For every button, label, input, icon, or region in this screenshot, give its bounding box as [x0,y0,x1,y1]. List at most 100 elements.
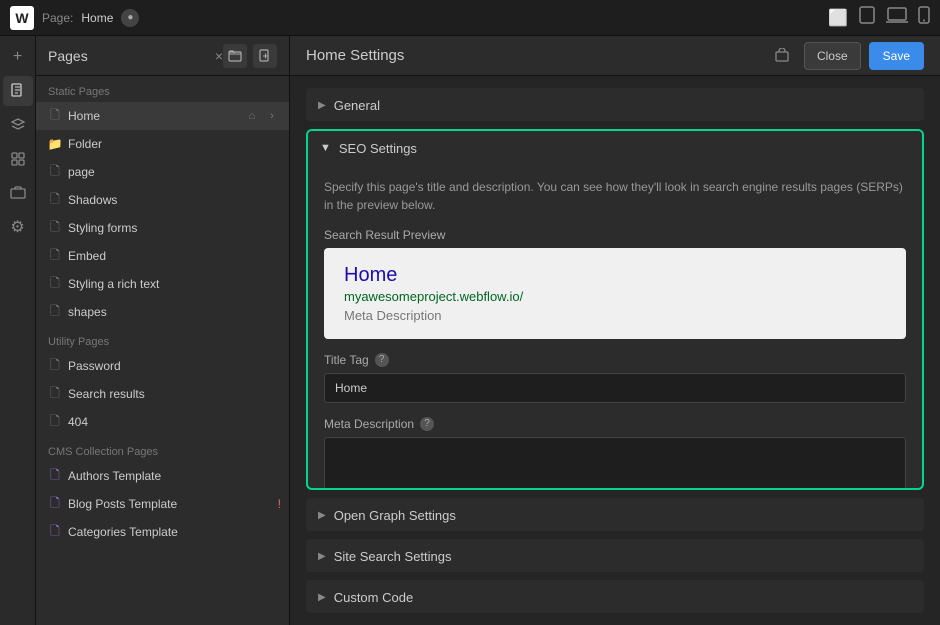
general-accordion-header[interactable]: ▶ General [306,88,924,121]
sidebar-item-shadows[interactable]: 🗋 Shadows [36,186,289,214]
sidebar-item-label: Home [68,109,237,123]
sidebar-content: Static Pages 🗋 Home ⌂ › 📁 Folder 🗋 page [36,76,289,625]
assets-panel-button[interactable] [3,178,33,208]
sidebar-item-blog-posts-template[interactable]: 🗋 Blog Posts Template ! [36,490,289,518]
search-result-preview-section: Search Result Preview Home myawesomeproj… [324,228,906,339]
sidebar-item-shapes[interactable]: 🗋 shapes [36,298,289,326]
folder-icon: 📁 [48,137,62,151]
sidebar-item-label: Folder [68,137,281,151]
title-tag-help[interactable]: ? [375,353,389,367]
sidebar-item-home[interactable]: 🗋 Home ⌂ › [36,102,289,130]
sidebar-item-label: Styling forms [68,221,281,235]
viewport-switcher: ⬜ [828,6,930,29]
sidebar-title: Pages [48,48,211,64]
meta-desc-help[interactable]: ? [420,417,434,431]
layers-panel-button[interactable] [3,110,33,140]
utility-pages-label: Utility Pages [36,326,289,352]
main-layout: + ⚙ Pages × [0,36,940,625]
sidebar-item-styling-forms[interactable]: 🗋 Styling forms [36,214,289,242]
sidebar-item-authors-template[interactable]: 🗋 Authors Template [36,462,289,490]
title-tag-label: Title Tag ? [324,353,906,367]
sidebar-item-label: Password [68,359,281,373]
title-tag-field: Title Tag ? [324,353,906,403]
close-button[interactable]: Close [804,42,861,70]
laptop-view-icon[interactable] [886,6,908,29]
sidebar-item-label: shapes [68,305,281,319]
sidebar-item-categories-template[interactable]: 🗋 Categories Template [36,518,289,546]
add-page-button[interactable] [253,44,277,68]
page-doc-icon: 🗋 [48,249,62,263]
warning-icon: ! [278,497,281,511]
page-label: Page: [42,11,73,25]
item-actions: ⌂ › [243,107,281,125]
sidebar-item-label: Blog Posts Template [68,497,270,511]
sidebar-item-password[interactable]: 🗋 Password [36,352,289,380]
sidebar-item-label: Search results [68,387,281,401]
custom-code-accordion: ▶ Custom Code [306,580,924,613]
content-header: Home Settings Close Save [290,36,940,76]
meta-description-label: Meta Description ? [324,417,906,431]
home-icon: ⌂ [243,107,261,125]
page-doc-icon: 🗋 [48,109,62,123]
page-doc-icon: 🗋 [48,165,62,179]
custom-code-accordion-title: Custom Code [334,590,413,605]
add-panel-button[interactable]: + [3,42,33,72]
content-title: Home Settings [306,47,760,64]
page-doc-icon: 🗋 [48,305,62,319]
open-graph-accordion: ▶ Open Graph Settings [306,498,924,531]
chevron-right-icon: ▶ [318,592,326,603]
chevron-right-icon: ▶ [318,551,326,562]
preview-label: Search Result Preview [324,228,906,242]
sidebar-close-icon[interactable]: × [215,48,223,64]
save-button[interactable]: Save [869,42,924,70]
pages-panel-button[interactable] [3,76,33,106]
page-doc-icon: 🗋 [48,415,62,429]
icon-bar: + ⚙ [0,36,36,625]
content-body: ▶ General ▼ SEO Settings Specify this pa… [290,76,940,625]
cms-pages-label: CMS Collection Pages [36,436,289,462]
page-status-indicator: ● [121,9,139,27]
desktop-view-icon[interactable]: ⬜ [828,8,848,28]
meta-description-textarea[interactable] [324,437,906,490]
sidebar-item-search-results[interactable]: 🗋 Search results [36,380,289,408]
tablet-view-icon[interactable] [858,6,876,29]
chevron-down-icon: ▼ [320,142,331,154]
sidebar-item-404[interactable]: 🗋 404 [36,408,289,436]
sidebar-item-styling-rich-text[interactable]: 🗋 Styling a rich text [36,270,289,298]
preview-title: Home [344,264,886,287]
sidebar-item-label: Styling a rich text [68,277,281,291]
open-graph-accordion-title: Open Graph Settings [334,508,456,523]
preview-url: myawesomeproject.webflow.io/ [344,289,886,304]
search-result-preview: Home myawesomeproject.webflow.io/ Meta D… [324,248,906,339]
sidebar-item-label: 404 [68,415,281,429]
general-accordion-title: General [334,98,380,113]
custom-code-accordion-header[interactable]: ▶ Custom Code [306,580,924,613]
chevron-right-icon[interactable]: › [263,107,281,125]
page-doc-icon: 🗋 [48,221,62,235]
seo-accordion-header[interactable]: ▼ SEO Settings [308,131,922,166]
sidebar-item-label: page [68,165,281,179]
seo-description: Specify this page's title and descriptio… [324,178,906,214]
sidebar-item-label: Categories Template [68,525,281,539]
sidebar-header-actions [223,44,277,68]
chevron-right-icon: ▶ [318,510,326,521]
cms-page-icon: 🗋 [48,497,62,511]
sidebar-item-label: Authors Template [68,469,281,483]
open-graph-accordion-header[interactable]: ▶ Open Graph Settings [306,498,924,531]
sidebar-item-folder[interactable]: 📁 Folder [36,130,289,158]
sidebar-item-embed[interactable]: 🗋 Embed [36,242,289,270]
add-folder-button[interactable] [223,44,247,68]
components-panel-button[interactable] [3,144,33,174]
settings-panel-button[interactable]: ⚙ [3,212,33,242]
topbar: W Page: Home ● ⬜ [0,0,940,36]
page-doc-icon: 🗋 [48,387,62,401]
page-name: Home [81,11,113,25]
share-icon[interactable] [768,42,796,70]
sidebar-item-page[interactable]: 🗋 page [36,158,289,186]
cms-page-icon: 🗋 [48,469,62,483]
mobile-view-icon[interactable] [918,6,930,29]
title-tag-input[interactable] [324,373,906,403]
seo-accordion-title: SEO Settings [339,141,417,156]
site-search-accordion-header[interactable]: ▶ Site Search Settings [306,539,924,572]
meta-description-field: Meta Description ? [324,417,906,490]
